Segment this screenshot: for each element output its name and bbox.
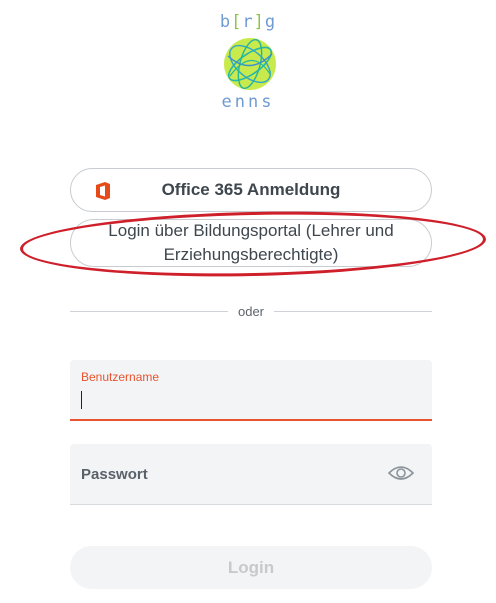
logo-top-text: b[r]g [219, 12, 277, 32]
divider-label: oder [237, 304, 265, 319]
password-field[interactable]: Passwort [70, 444, 432, 505]
username-label: Benutzername [81, 370, 160, 384]
eye-icon[interactable] [388, 464, 414, 482]
logo-bottom-text: enns [221, 92, 275, 112]
divider-line-left [70, 311, 228, 312]
office-365-login-button[interactable]: Office 365 Anmeldung [70, 168, 432, 212]
office-365-icon [96, 182, 110, 200]
password-label: Passwort [81, 466, 148, 483]
office-365-login-label: Office 365 Anmeldung [161, 180, 341, 199]
text-cursor [81, 391, 82, 409]
login-button-label: Login [227, 557, 275, 577]
bildungsportal-login-label: Login über Bildungsportal (Lehrer und Er… [108, 221, 394, 264]
bildungsportal-login-button[interactable]: Login über Bildungsportal (Lehrer und Er… [70, 219, 432, 267]
divider-line-right [274, 311, 432, 312]
school-logo: b[r]g enns [0, 12, 496, 112]
login-button[interactable]: Login [70, 546, 432, 589]
username-field[interactable]: Benutzername [70, 360, 432, 421]
logo-globe-icon [224, 38, 276, 90]
